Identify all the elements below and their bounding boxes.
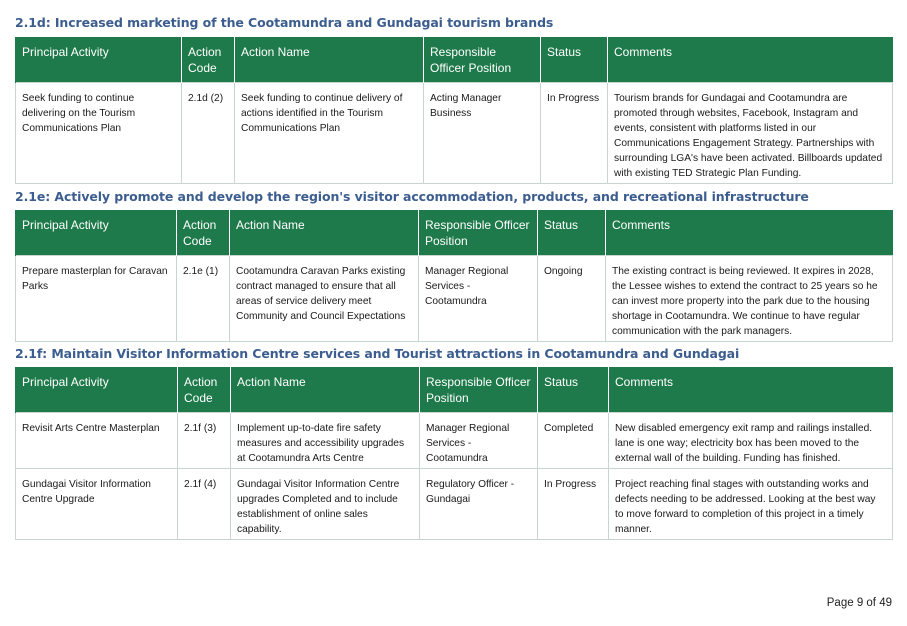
header-comments: Comments — [608, 367, 893, 413]
header-responsible-officer: Responsible Officer Position — [418, 210, 538, 256]
cell-action-name: Seek funding to continue delivery of act… — [234, 82, 424, 184]
cell-action-name: Implement up-to-date fire safety measure… — [230, 412, 420, 469]
header-comments: Comments — [605, 210, 893, 256]
cell-status: Ongoing — [537, 255, 606, 342]
cell-principal-activity: Seek funding to continue delivering on t… — [15, 82, 182, 184]
cell-action-code: 2.1f (3) — [177, 412, 231, 469]
cell-responsible-officer: Acting Manager Business — [423, 82, 541, 184]
cell-status: In Progress — [537, 468, 609, 540]
header-principal-activity: Principal Activity — [15, 367, 178, 413]
action-table-2-1d: Principal Activity Action Code Action Na… — [15, 37, 893, 184]
header-principal-activity: Principal Activity — [15, 37, 182, 83]
header-action-code: Action Code — [177, 367, 231, 413]
cell-action-code: 2.1d (2) — [181, 82, 235, 184]
section-title-2-1f: 2.1f: Maintain Visitor Information Centr… — [15, 346, 740, 361]
cell-principal-activity: Gundagai Visitor Information Centre Upgr… — [15, 468, 178, 540]
header-responsible-officer: Responsible Officer Position — [423, 37, 541, 83]
page-number: Page 9 of 49 — [826, 597, 892, 609]
cell-principal-activity: Prepare masterplan for Caravan Parks — [15, 255, 177, 342]
cell-comments: The existing contract is being reviewed.… — [605, 255, 893, 342]
cell-responsible-officer: Regulatory Officer - Gundagai — [419, 468, 538, 540]
header-action-code: Action Code — [176, 210, 230, 256]
header-principal-activity: Principal Activity — [15, 210, 177, 256]
action-table-2-1f: Principal Activity Action Code Action Na… — [15, 367, 893, 540]
header-action-code: Action Code — [181, 37, 235, 83]
table-row: Prepare masterplan for Caravan Parks 2.1… — [15, 255, 893, 342]
cell-action-code: 2.1e (1) — [176, 255, 230, 342]
cell-action-code: 2.1f (4) — [177, 468, 231, 540]
header-action-name: Action Name — [230, 367, 420, 413]
header-responsible-officer: Responsible Officer Position — [419, 367, 538, 413]
cell-action-name: Cootamundra Caravan Parks existing contr… — [229, 255, 419, 342]
cell-action-name: Gundagai Visitor Information Centre upgr… — [230, 468, 420, 540]
section-title-2-1e: 2.1e: Actively promote and develop the r… — [15, 189, 809, 204]
header-action-name: Action Name — [229, 210, 419, 256]
cell-principal-activity: Revisit Arts Centre Masterplan — [15, 412, 178, 469]
header-comments: Comments — [607, 37, 893, 83]
table-header-row: Principal Activity Action Code Action Na… — [15, 37, 893, 83]
cell-comments: Project reaching final stages with outst… — [608, 468, 893, 540]
table-row: Revisit Arts Centre Masterplan 2.1f (3) … — [15, 412, 893, 469]
cell-responsible-officer: Manager Regional Services - Cootamundra — [419, 412, 538, 469]
cell-status: In Progress — [540, 82, 608, 184]
header-status: Status — [540, 37, 608, 83]
header-action-name: Action Name — [234, 37, 424, 83]
cell-responsible-officer: Manager Regional Services - Cootamundra — [418, 255, 538, 342]
cell-status: Completed — [537, 412, 609, 469]
table-row: Gundagai Visitor Information Centre Upgr… — [15, 468, 893, 540]
table-header-row: Principal Activity Action Code Action Na… — [15, 210, 893, 256]
action-table-2-1e: Principal Activity Action Code Action Na… — [15, 210, 893, 342]
section-title-2-1d: 2.1d: Increased marketing of the Cootamu… — [15, 15, 554, 30]
cell-comments: Tourism brands for Gundagai and Cootamun… — [607, 82, 893, 184]
table-row: Seek funding to continue delivering on t… — [15, 82, 893, 184]
table-header-row: Principal Activity Action Code Action Na… — [15, 367, 893, 413]
header-status: Status — [537, 210, 606, 256]
header-status: Status — [537, 367, 609, 413]
cell-comments: New disabled emergency exit ramp and rai… — [608, 412, 893, 469]
